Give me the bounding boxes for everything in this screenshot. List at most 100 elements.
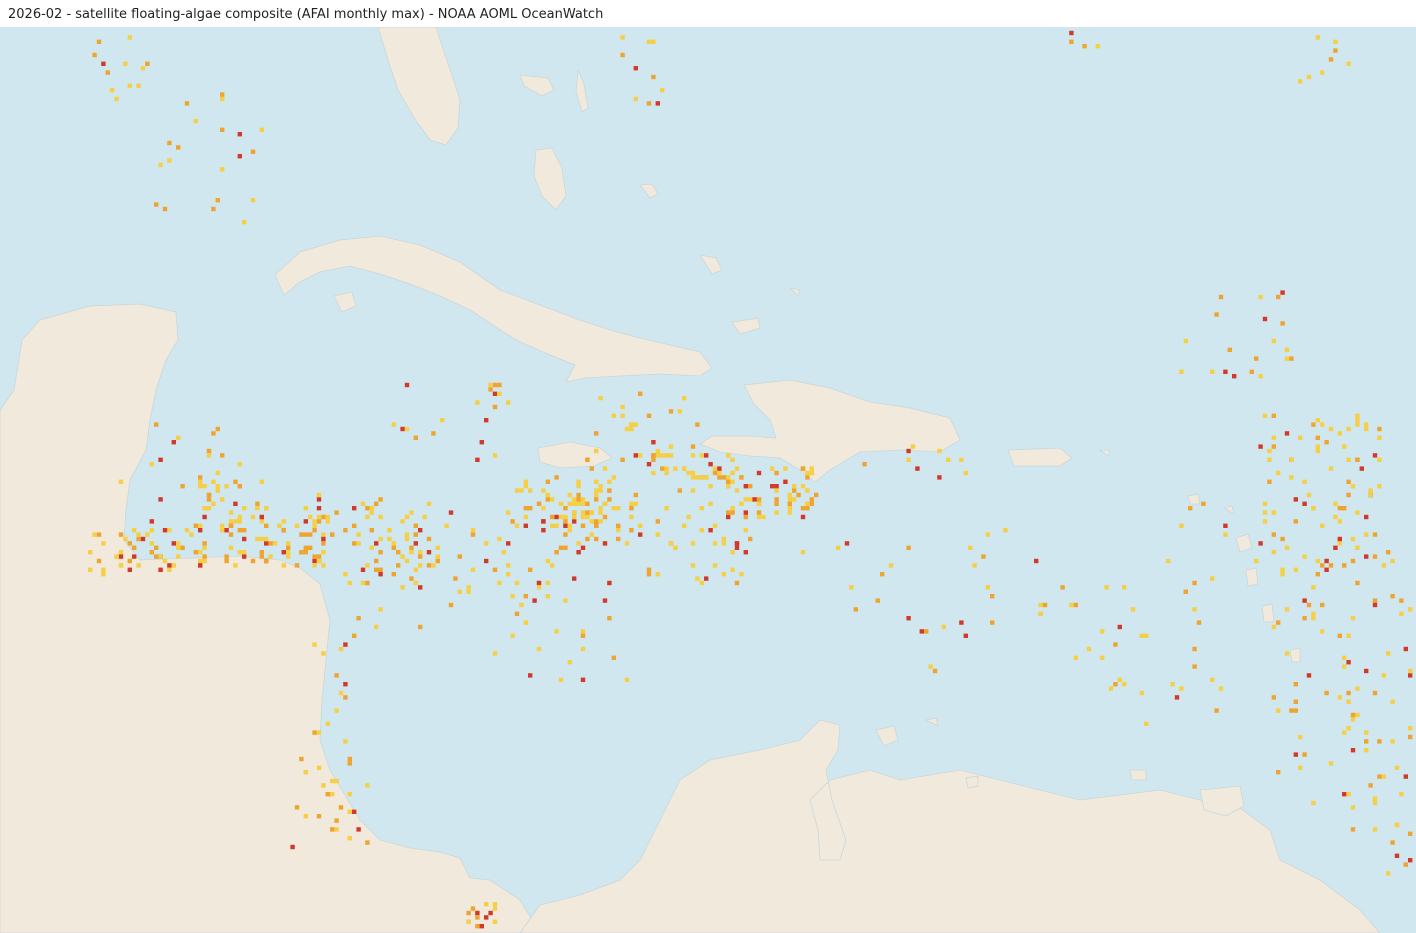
algae-pixel — [220, 497, 225, 502]
algae-pixel — [242, 528, 247, 533]
algae-pixel — [127, 558, 132, 564]
algae-pixel — [1192, 607, 1197, 612]
algae-pixel — [1355, 457, 1360, 462]
algae-pixel — [734, 488, 740, 493]
algae-pixel — [92, 532, 97, 537]
algae-pixel — [1346, 457, 1351, 462]
algae-pixel — [136, 83, 141, 88]
algae-pixel — [374, 541, 379, 546]
algae-pixel — [906, 545, 911, 550]
algae-pixel — [228, 532, 234, 537]
algae-pixel — [228, 519, 234, 524]
algae-pixel — [572, 514, 577, 520]
algae-pixel — [497, 391, 502, 396]
algae-pixel — [1346, 699, 1351, 704]
algae-pixel — [730, 550, 735, 555]
algae-pixel — [1324, 567, 1329, 572]
algae-pixel — [1372, 453, 1378, 458]
algae-pixel — [1346, 792, 1351, 797]
algae-pixel — [154, 545, 159, 550]
algae-pixel — [704, 453, 709, 458]
algae-pixel — [325, 519, 330, 524]
algae-pixel — [1386, 651, 1391, 656]
algae-pixel — [1355, 413, 1360, 418]
algae-pixel — [611, 413, 616, 418]
algae-pixel — [1377, 484, 1382, 489]
algae-pixel — [176, 435, 181, 440]
algae-pixel — [655, 101, 660, 106]
algae-pixel — [576, 479, 581, 484]
algae-pixel — [1298, 734, 1303, 740]
algae-pixel — [1214, 708, 1219, 713]
algae-pixel — [1355, 545, 1360, 550]
algae-pixel — [202, 545, 207, 550]
algae-pixel — [1377, 435, 1382, 440]
map-canvas[interactable] — [0, 27, 1416, 933]
algae-pixel — [589, 466, 594, 471]
algae-pixel — [492, 453, 498, 458]
algae-pixel — [176, 545, 181, 550]
algae-pixel — [1372, 602, 1378, 608]
algae-pixel — [220, 453, 225, 458]
algae-pixel — [435, 554, 440, 559]
algae-pixel — [800, 484, 806, 489]
algae-pixel — [726, 453, 731, 458]
algae-pixel — [220, 167, 225, 172]
algae-pixel — [1302, 616, 1307, 621]
algae-pixel — [404, 426, 410, 432]
algae-pixel — [567, 528, 572, 533]
algae-pixel — [378, 572, 383, 577]
algae-pixel — [717, 466, 722, 471]
algae-pixel — [959, 457, 964, 462]
algae-pixel — [699, 580, 704, 586]
algae-pixel — [1122, 682, 1127, 687]
algae-pixel — [1364, 748, 1369, 753]
algae-pixel — [805, 475, 810, 480]
algae-pixel — [1117, 677, 1122, 682]
algae-pixel — [545, 580, 550, 586]
algae-pixel — [1403, 862, 1408, 867]
algae-pixel — [255, 536, 260, 542]
algae-pixel — [264, 541, 269, 546]
algae-pixel — [550, 523, 555, 528]
algae-pixel — [514, 488, 520, 493]
algae-pixel — [369, 528, 374, 533]
algae-pixel — [1267, 457, 1272, 462]
algae-pixel — [739, 501, 744, 506]
algae-pixel — [1350, 616, 1356, 621]
algae-pixel — [396, 550, 401, 555]
algae-pixel — [426, 536, 432, 542]
algae-pixel — [264, 523, 269, 528]
algae-pixel — [616, 528, 621, 533]
algae-pixel — [611, 506, 616, 511]
algae-pixel — [184, 101, 190, 106]
algae-pixel — [1254, 356, 1259, 361]
algae-pixel — [800, 550, 806, 555]
algae-pixel — [756, 510, 762, 515]
algae-pixel — [1276, 470, 1281, 476]
algae-pixel — [228, 510, 234, 515]
algae-pixel — [492, 382, 498, 388]
algae-pixel — [321, 563, 326, 568]
algae-pixel — [154, 422, 159, 427]
algae-pixel — [558, 514, 564, 520]
algae-pixel — [132, 528, 137, 533]
algae-pixel — [580, 646, 586, 652]
algae-pixel — [1113, 642, 1118, 647]
algae-pixel — [607, 497, 612, 502]
algae-pixel — [118, 550, 124, 555]
algae-pixel — [862, 462, 867, 467]
algae-pixel — [127, 541, 132, 546]
algae-pixel — [1408, 607, 1413, 612]
algae-pixel — [523, 484, 528, 489]
algae-pixel — [343, 682, 348, 687]
algae-pixel — [418, 550, 423, 555]
algae-pixel — [158, 162, 163, 168]
algae-pixel — [1377, 426, 1382, 432]
algae-pixel — [488, 910, 493, 916]
algae-pixel — [616, 536, 621, 542]
algae-pixel — [136, 563, 141, 568]
algae-pixel — [1311, 616, 1316, 621]
algae-pixel — [242, 220, 247, 225]
algae-pixel — [418, 563, 423, 568]
